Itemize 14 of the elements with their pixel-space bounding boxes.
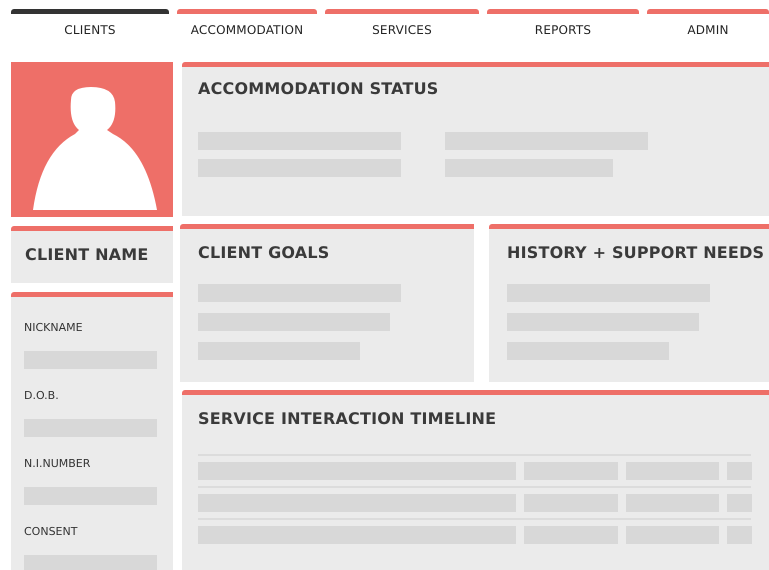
field-label: D.O.B. <box>24 389 59 402</box>
nav-tab[interactable]: REPORTS <box>487 9 639 39</box>
nav-tab[interactable]: ADMIN <box>647 9 769 39</box>
nav-tab[interactable]: SERVICES <box>325 9 479 39</box>
panel-title: CLIENT GOALS <box>198 243 331 262</box>
field-label: NICKNAME <box>24 321 83 334</box>
field-label: CONSENT <box>24 525 78 538</box>
panel-title: ACCOMMODATION STATUS <box>198 79 440 98</box>
nav-tab[interactable]: CLIENTS <box>11 9 169 39</box>
nav-tab[interactable]: ACCOMMODATION <box>177 9 317 39</box>
panel-title: HISTORY + SUPPORT NEEDS <box>507 243 764 262</box>
panel-title: SERVICE INTERACTION TIMELINE <box>198 409 498 428</box>
field-label: N.I.NUMBER <box>24 457 90 470</box>
panel-title: CLIENT NAME <box>25 245 150 264</box>
